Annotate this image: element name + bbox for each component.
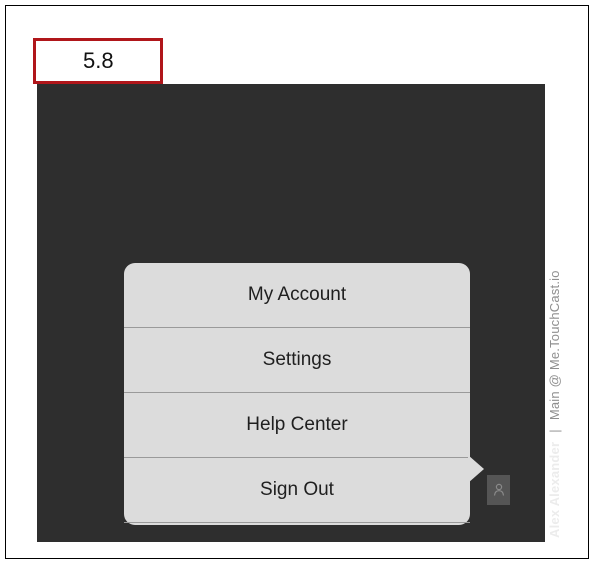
step-number: 5.8 bbox=[83, 48, 114, 73]
vertical-account-header: Alex Alexander | Main @ Me.TouchCast.io bbox=[547, 270, 562, 538]
my-account-menu-item[interactable]: My Account bbox=[124, 263, 470, 328]
workspace-name: Main @ Me.TouchCast.io bbox=[547, 270, 562, 421]
header-separator: | bbox=[547, 429, 562, 433]
sign-out-menu-item[interactable]: Sign Out bbox=[124, 458, 470, 523]
account-avatar-button[interactable] bbox=[487, 475, 510, 505]
user-icon bbox=[493, 483, 504, 496]
help-center-menu-item[interactable]: Help Center bbox=[124, 393, 470, 458]
step-number-label: 5.8 bbox=[33, 38, 163, 84]
menu-pointer bbox=[468, 455, 484, 483]
settings-menu-item[interactable]: Settings bbox=[124, 328, 470, 393]
account-dropdown-menu: My Account Settings Help Center Sign Out bbox=[124, 263, 484, 525]
user-name: Alex Alexander bbox=[547, 441, 562, 538]
